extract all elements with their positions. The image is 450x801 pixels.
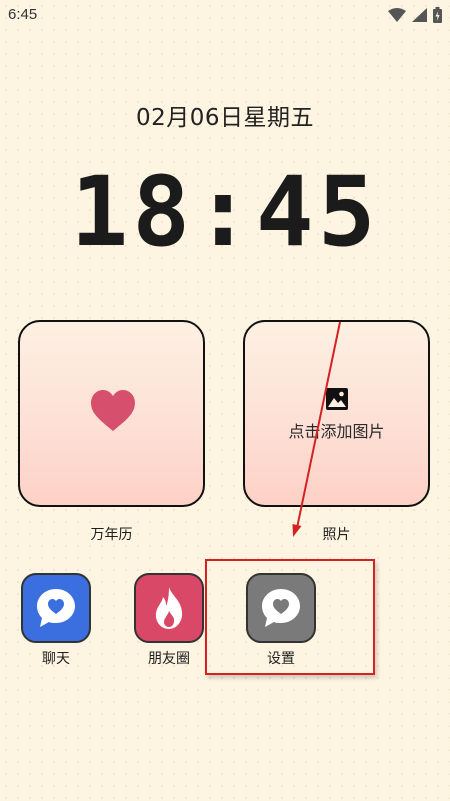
- annotation-arrow: [292, 321, 341, 537]
